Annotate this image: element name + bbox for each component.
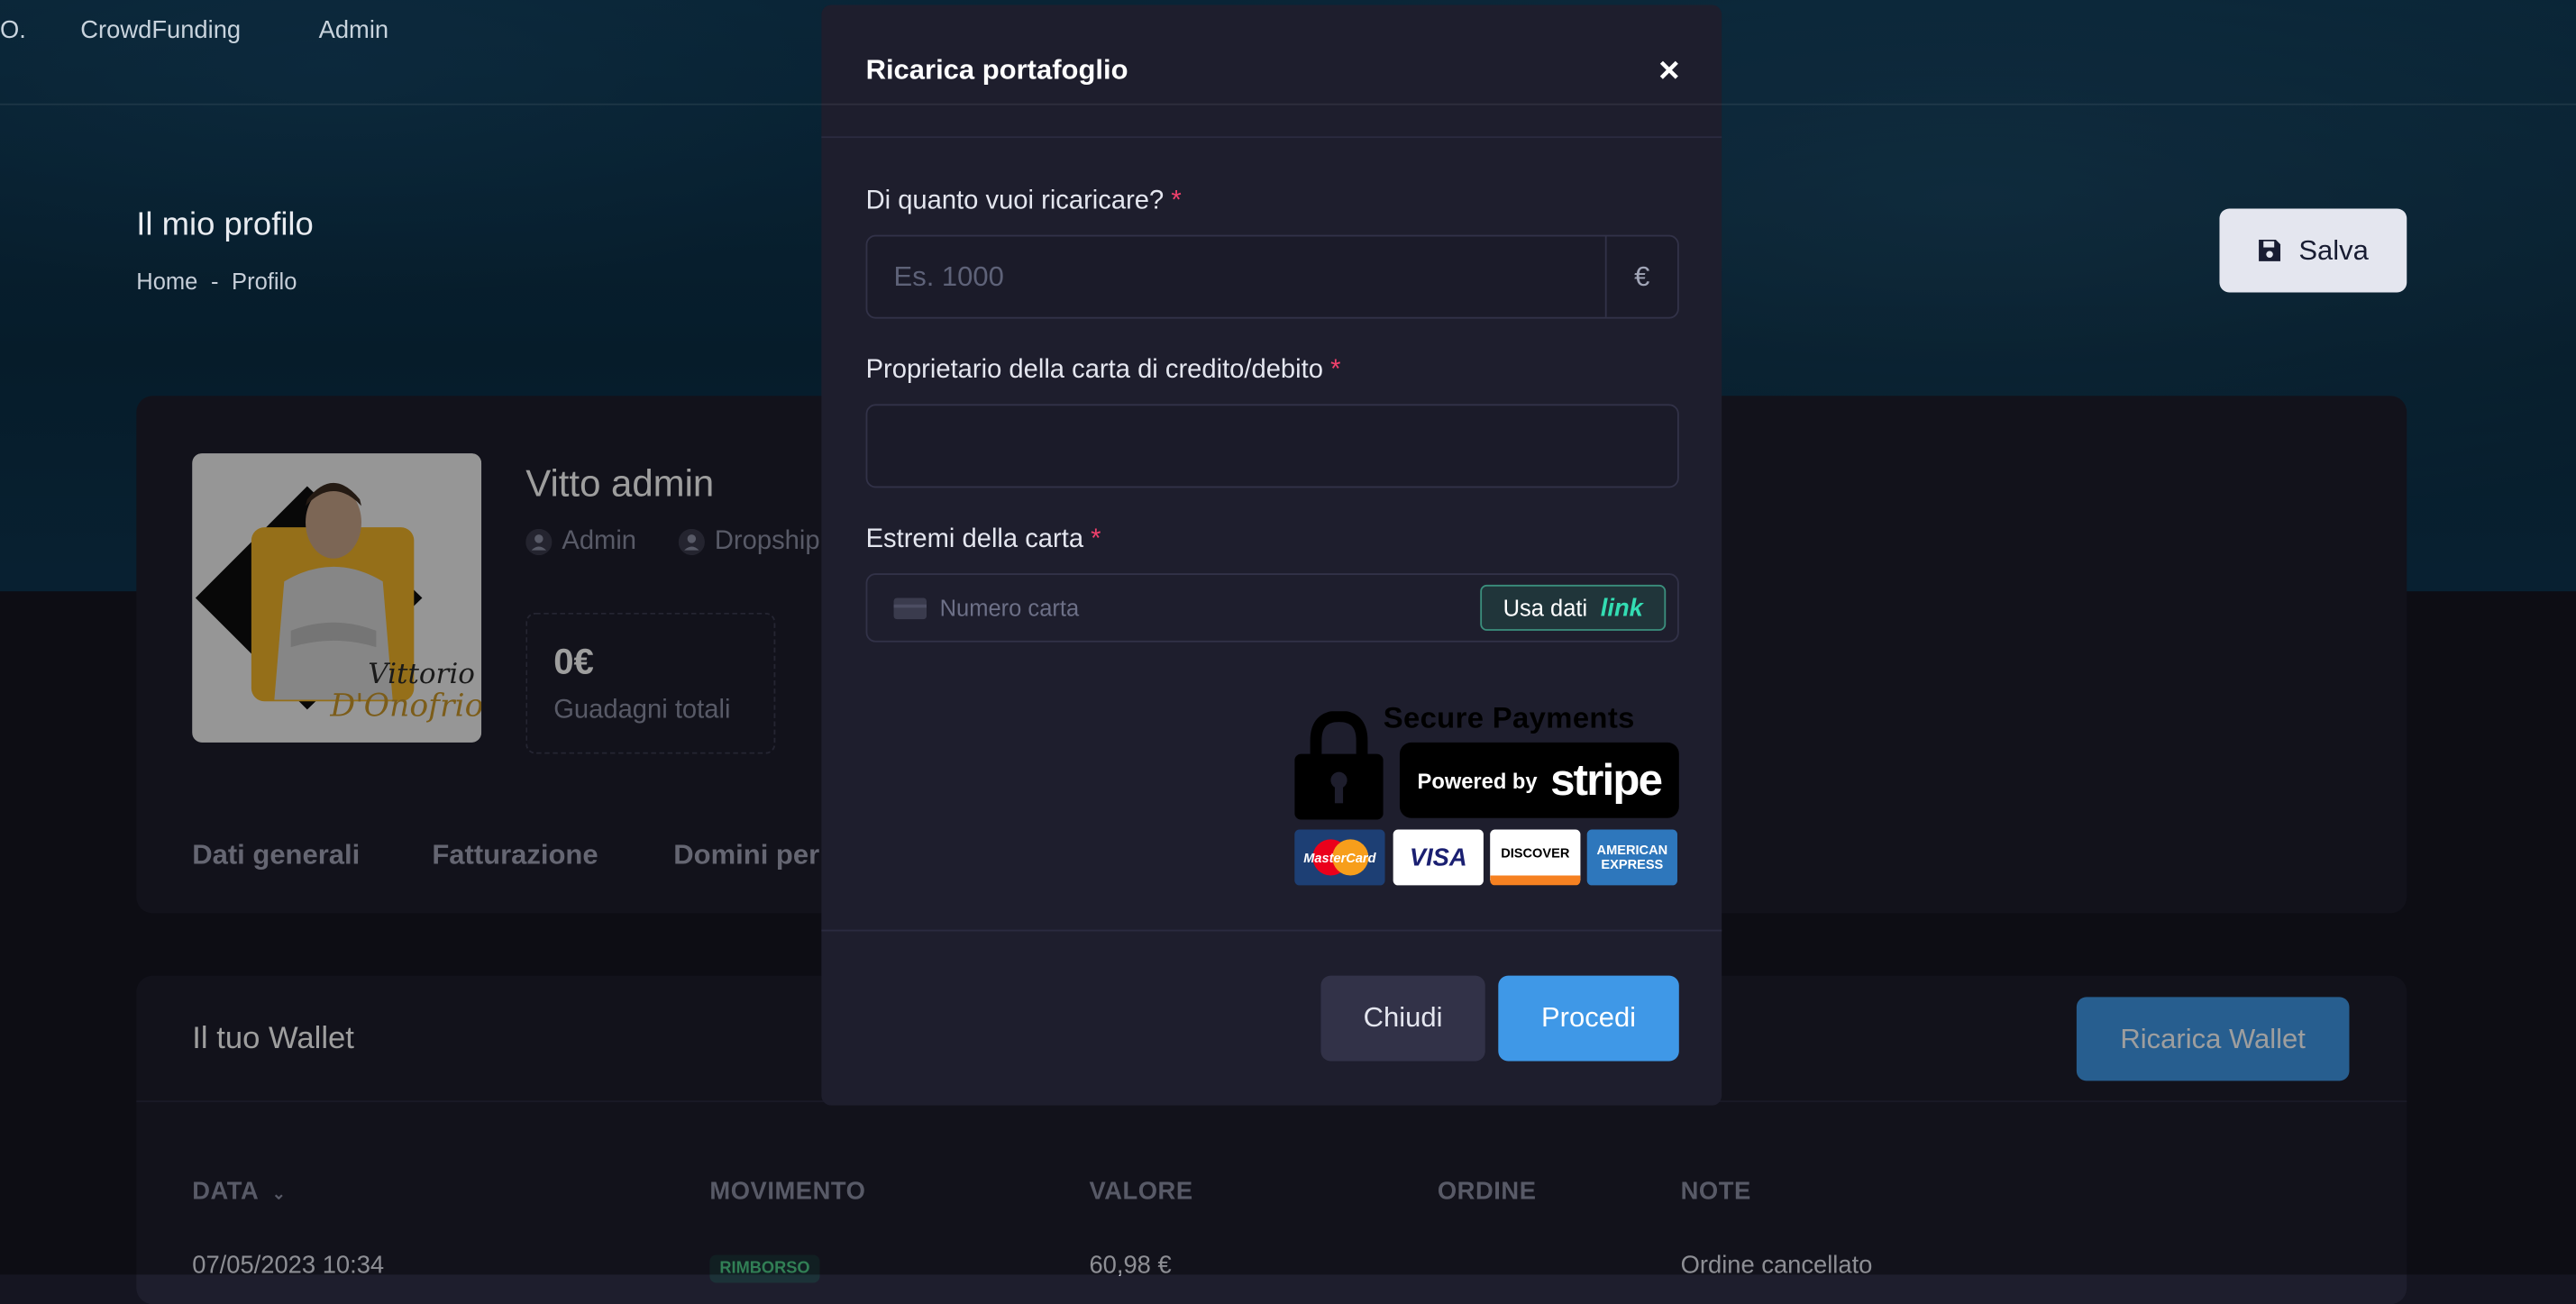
secure-payments-badge: Secure Payments Powered by stripe Master… [1294,701,1679,886]
amex-logo: AMERICAN EXPRESS [1586,829,1677,886]
powered-by-text: Powered by [1417,768,1538,793]
nav-item-brand[interactable]: O. [0,16,26,44]
mastercard-logo: MasterCard [1294,829,1385,886]
required-mark: * [1171,187,1182,215]
card-number-placeholder: Numero carta [939,594,1080,621]
amount-label: Di quanto vuoi ricaricare? * [866,187,1182,217]
discover-logo: DISCOVER [1490,829,1581,886]
card-label: Estremi della carta * [866,525,1101,555]
visa-logo: VISA [1393,829,1484,886]
required-mark: * [1091,525,1101,554]
use-link-button[interactable]: Usa dati link [1480,584,1667,631]
amount-input[interactable] [867,236,1607,317]
amount-label-text: Di quanto vuoi ricaricare? [865,187,1165,215]
credit-card-icon [893,597,927,620]
card-label-text: Estremi della carta [865,525,1084,554]
mastercard-text: MasterCard [1303,850,1376,865]
use-link-label: Usa dati [1503,594,1588,621]
proceed-button[interactable]: Procedi [1498,975,1679,1062]
save-button-label: Salva [2298,233,2369,266]
floppy-disk-icon [2259,240,2281,261]
padlock-icon [1294,711,1384,820]
required-mark: * [1330,356,1341,385]
link-logo: link [1600,593,1643,622]
stripe-logo: stripe [1550,754,1663,805]
page: O. CrowdFunding Admin Il mio profilo Hom… [0,0,2576,1304]
nav-item-crowdfunding[interactable]: CrowdFunding [80,16,241,44]
card-number-field[interactable]: Numero carta Usa dati link [865,573,1679,643]
breadcrumb-separator: - [210,268,219,295]
amount-field: € [865,234,1679,319]
breadcrumb: Home - Profilo [136,268,314,294]
currency-suffix: € [1604,236,1677,317]
owner-field [865,404,1679,488]
owner-label: Proprietario della carta di credito/debi… [866,357,1341,387]
modal-footer-divider [821,929,1722,932]
card-owner-input[interactable] [867,406,1677,487]
page-title: Il mio profilo [136,206,314,243]
recharge-modal: Ricarica portafoglio × Di quanto vuoi ri… [821,5,1722,1106]
stripe-badge: Powered by stripe [1399,742,1679,818]
page-header: Il mio profilo Home - Profilo [136,207,314,295]
secure-payments-text: Secure Payments [1383,701,1635,734]
top-nav: O. CrowdFunding Admin [0,0,2576,105]
cancel-button[interactable]: Chiudi [1320,975,1485,1062]
breadcrumb-home[interactable]: Home [136,268,197,294]
save-button[interactable]: Salva [2219,208,2407,293]
owner-label-text: Proprietario della carta di credito/debi… [865,356,1323,385]
breadcrumb-profile: Profilo [232,268,297,295]
nav-item-admin[interactable]: Admin [319,16,389,44]
